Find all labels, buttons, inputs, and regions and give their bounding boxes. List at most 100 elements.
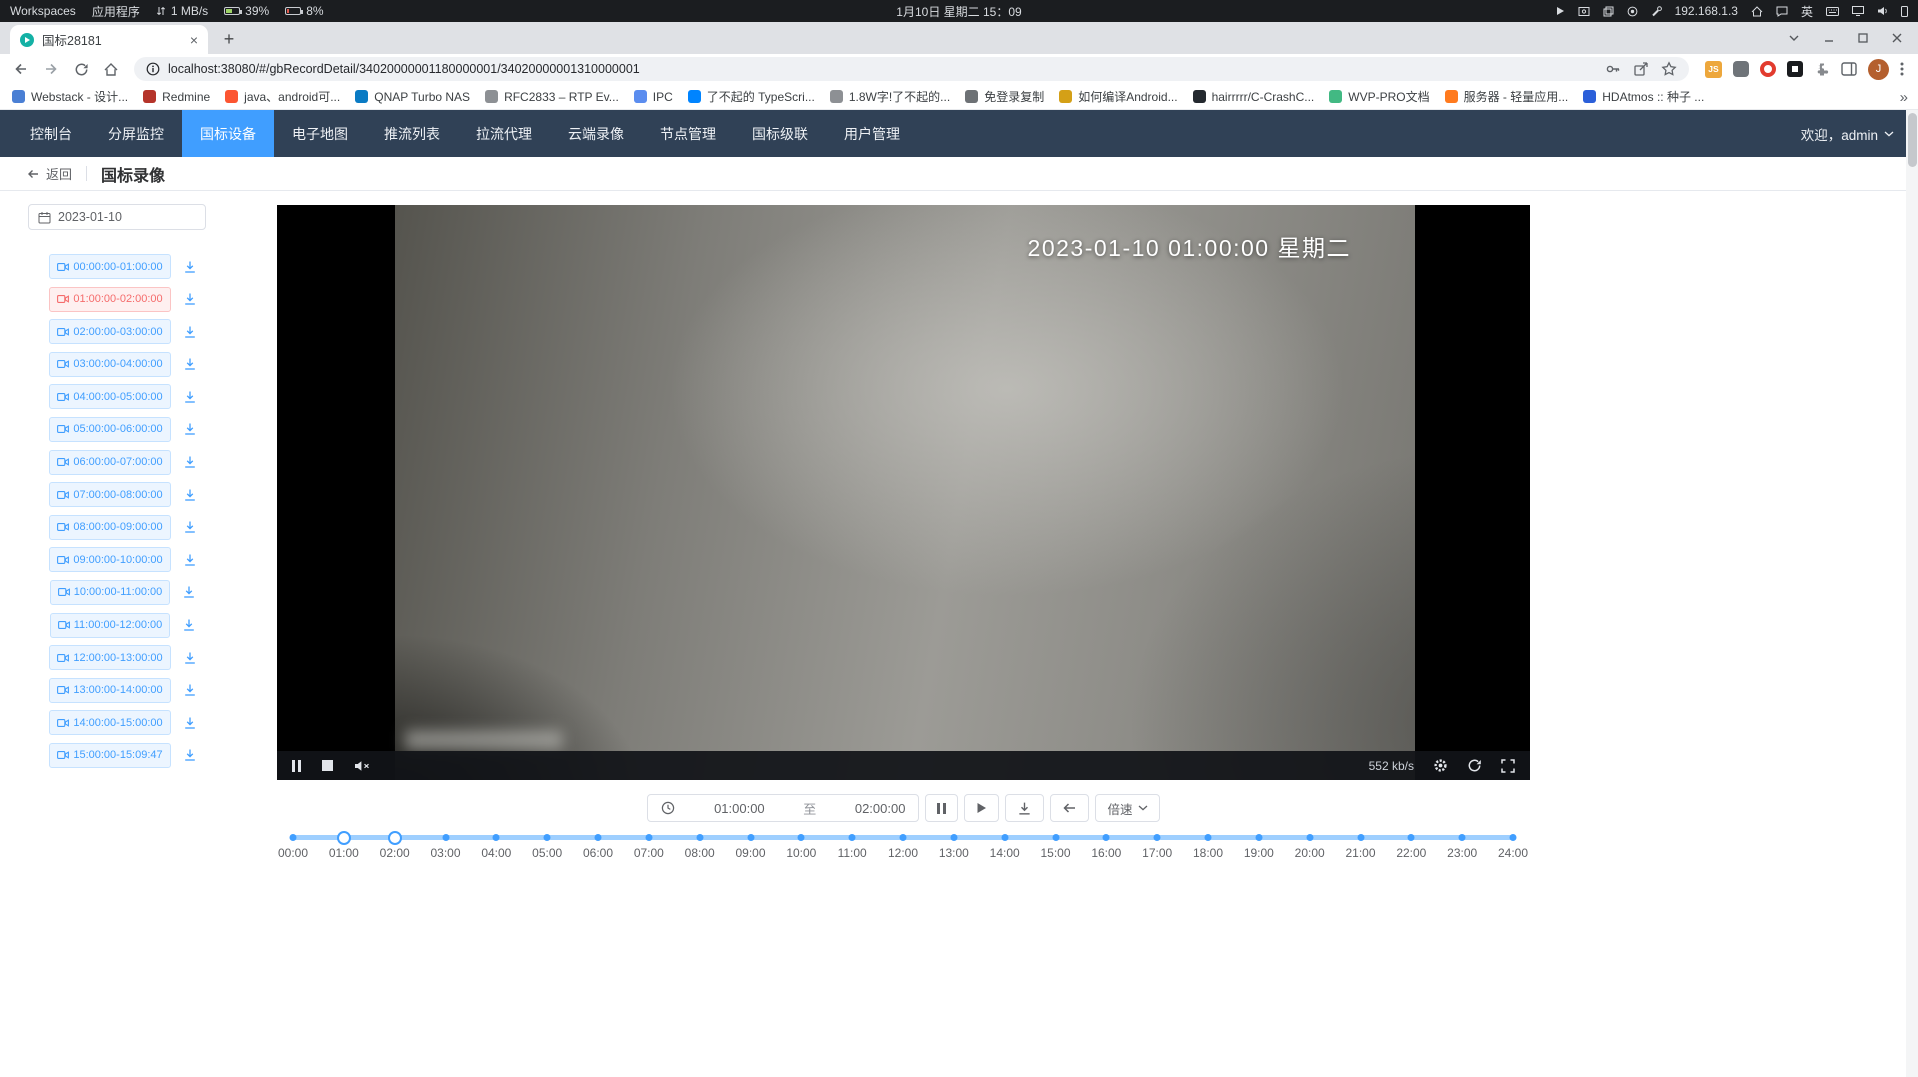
clock[interactable]: 1月10日 星期二 15：09	[896, 3, 1021, 20]
volume-icon[interactable]	[1877, 6, 1888, 16]
timeline-hour-dot[interactable]	[544, 834, 551, 841]
password-key-icon[interactable]	[1605, 61, 1621, 77]
bookmark-item[interactable]: 了不起的 TypeScri...	[688, 88, 815, 105]
speed-dropdown-button[interactable]: 倍速	[1095, 794, 1159, 822]
bookmark-item[interactable]: 免登录复制	[965, 88, 1044, 105]
timeline-range-handle[interactable]	[337, 831, 351, 845]
timeline-hour-dot[interactable]	[950, 834, 957, 841]
bookmark-item[interactable]: Webstack - 设计...	[12, 88, 128, 105]
segment-button[interactable]: 11:00:00-12:00:00	[50, 613, 170, 638]
timeline-hour-dot[interactable]	[1154, 834, 1161, 841]
nav-item[interactable]: 国标设备	[182, 110, 274, 157]
nav-item[interactable]: 国标级联	[734, 110, 826, 157]
segment-button[interactable]: 05:00:00-06:00:00	[49, 417, 170, 442]
range-start-time[interactable]: 01:00:00	[714, 801, 765, 816]
download-icon[interactable]	[183, 683, 197, 697]
new-tab-button[interactable]: +	[216, 26, 242, 52]
pause-button[interactable]	[925, 794, 958, 822]
bookmark-item[interactable]: hairrrrr/C-CrashC...	[1193, 90, 1315, 104]
download-icon[interactable]	[183, 260, 197, 274]
download-icon[interactable]	[183, 325, 197, 339]
timeline-hour-dot[interactable]	[645, 834, 652, 841]
segment-button[interactable]: 10:00:00-11:00:00	[50, 580, 170, 605]
bookmark-item[interactable]: QNAP Turbo NAS	[355, 90, 470, 104]
js-extension-icon[interactable]: JS	[1705, 61, 1722, 78]
bookmark-item[interactable]: HDAtmos :: 种子 ...	[1583, 88, 1704, 105]
close-window-icon[interactable]	[1892, 33, 1902, 43]
input-method-indicator[interactable]: 英	[1801, 3, 1813, 20]
timeline-hour-dot[interactable]	[1205, 834, 1212, 841]
download-icon[interactable]	[183, 292, 197, 306]
player-settings-gear-icon[interactable]	[1433, 758, 1448, 773]
video-surface[interactable]: 2023-01-10 01:00:00 星期二	[395, 205, 1415, 780]
tab-close-icon[interactable]: ×	[190, 33, 198, 47]
download-icon[interactable]	[183, 553, 197, 567]
phone-icon[interactable]	[1901, 6, 1908, 17]
download-icon[interactable]	[183, 520, 197, 534]
black-extension-icon[interactable]	[1787, 61, 1803, 77]
player-refresh-icon[interactable]	[1467, 758, 1482, 773]
bookmark-item[interactable]: 如何编译Android...	[1059, 88, 1177, 105]
download-record-button[interactable]	[1005, 794, 1044, 822]
timeline-hour-dot[interactable]	[747, 834, 754, 841]
scrollbar-thumb[interactable]	[1908, 113, 1917, 167]
forward-button[interactable]	[38, 56, 64, 82]
scrollbar-track[interactable]	[1906, 110, 1918, 1077]
tab-search-chevron-icon[interactable]	[1788, 34, 1800, 42]
timeline-hour-dot[interactable]	[290, 834, 297, 841]
download-icon[interactable]	[183, 422, 197, 436]
timeline-hour-dot[interactable]	[1001, 834, 1008, 841]
bookmark-item[interactable]: RFC2833 – RTP Ev...	[485, 90, 619, 104]
display-icon[interactable]	[1852, 6, 1864, 16]
download-icon[interactable]	[182, 618, 196, 632]
segment-button[interactable]: 02:00:00-03:00:00	[49, 319, 170, 344]
browser-menu-icon[interactable]	[1900, 62, 1904, 76]
applications-menu[interactable]: 应用程序	[92, 3, 140, 20]
clipboard-icon[interactable]	[1603, 6, 1614, 17]
chat-icon[interactable]	[1776, 6, 1788, 17]
download-icon[interactable]	[183, 455, 197, 469]
profile-avatar[interactable]: J	[1868, 59, 1889, 80]
download-icon[interactable]	[183, 748, 197, 762]
bookmarks-overflow-icon[interactable]: »	[1900, 89, 1912, 106]
screen-record-icon[interactable]	[1627, 6, 1638, 17]
segment-button[interactable]: 01:00:00-02:00:00	[49, 287, 170, 312]
nav-item[interactable]: 控制台	[12, 110, 90, 157]
reload-button[interactable]	[68, 56, 94, 82]
minimize-icon[interactable]	[1824, 33, 1834, 43]
user-menu[interactable]: 欢迎，admin	[1801, 124, 1918, 144]
time-range-input[interactable]: 01:00:00 至 02:00:00	[647, 794, 919, 822]
volume-muted-icon[interactable]	[354, 760, 370, 772]
timeline-hour-dot[interactable]	[696, 834, 703, 841]
home-button[interactable]	[98, 56, 124, 82]
timeline-hour-dot[interactable]	[442, 834, 449, 841]
bookmark-item[interactable]: 1.8W字!了不起的...	[830, 88, 950, 105]
nav-item[interactable]: 分屏监控	[90, 110, 182, 157]
bookmark-item[interactable]: Redmine	[143, 90, 210, 104]
nav-item[interactable]: 节点管理	[642, 110, 734, 157]
nav-item[interactable]: 推流列表	[366, 110, 458, 157]
nav-item[interactable]: 拉流代理	[458, 110, 550, 157]
player-stop-icon[interactable]	[322, 760, 333, 771]
side-panel-icon[interactable]	[1841, 62, 1857, 76]
timeline-hour-dot[interactable]	[1357, 834, 1364, 841]
download-icon[interactable]	[182, 585, 196, 599]
download-icon[interactable]	[183, 651, 197, 665]
back-link[interactable]: 返回	[26, 164, 72, 183]
bookmark-item[interactable]: java、android可...	[225, 88, 340, 105]
bookmark-item[interactable]: IPC	[634, 90, 673, 104]
segment-button[interactable]: 14:00:00-15:00:00	[49, 710, 170, 735]
timeline-hour-dot[interactable]	[1408, 834, 1415, 841]
timeline-hour-dot[interactable]	[1103, 834, 1110, 841]
play-button[interactable]	[964, 794, 999, 822]
segment-button[interactable]: 13:00:00-14:00:00	[49, 678, 170, 703]
date-picker[interactable]: 2023-01-10	[28, 204, 206, 230]
red-extension-icon[interactable]	[1760, 61, 1776, 77]
site-info-icon[interactable]	[146, 62, 160, 76]
share-icon[interactable]	[1634, 62, 1648, 76]
nav-item[interactable]: 电子地图	[274, 110, 366, 157]
timeline-hour-dot[interactable]	[798, 834, 805, 841]
address-bar[interactable]: localhost:38080/#/gbRecordDetail/3402000…	[134, 57, 1689, 81]
timeline-hour-dot[interactable]	[493, 834, 500, 841]
download-icon[interactable]	[183, 357, 197, 371]
